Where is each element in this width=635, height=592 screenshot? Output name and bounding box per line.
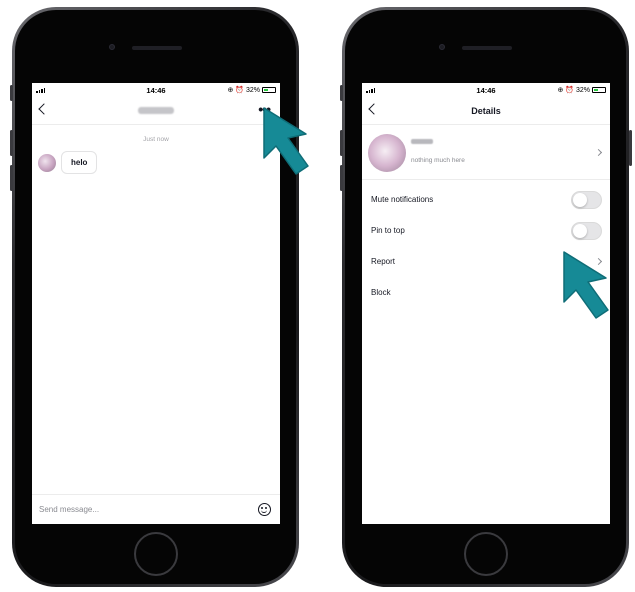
earpiece-speaker	[132, 46, 182, 50]
battery-indicator: ⊕ ⏰ 32%	[228, 86, 276, 94]
avatar[interactable]	[368, 133, 406, 172]
chat-username	[138, 107, 174, 114]
mute-notifications-row: Mute notifications	[362, 184, 610, 215]
front-camera	[109, 44, 115, 50]
status-bar: 14:46 ⊕ ⏰ 32%	[32, 83, 280, 97]
front-camera	[439, 44, 445, 50]
volume-button	[10, 130, 13, 156]
earpiece-speaker	[462, 46, 512, 50]
message-timestamp: Just now	[143, 136, 169, 143]
volume-button	[10, 165, 13, 191]
chat-header: •••	[32, 97, 280, 125]
volume-button	[340, 85, 343, 101]
chevron-right-icon	[594, 148, 603, 157]
message-row: helo	[38, 151, 98, 174]
block-label: Block	[371, 288, 391, 297]
battery-icon	[592, 87, 606, 94]
pin-to-top-toggle[interactable]	[571, 222, 602, 240]
battery-icon	[262, 87, 276, 94]
chat-screen: 14:46 ⊕ ⏰ 32% ••• Just now helo Send mes…	[32, 83, 280, 524]
page-title: Details	[471, 105, 501, 116]
pin-to-top-row: Pin to top	[362, 215, 610, 246]
report-label: Report	[371, 257, 396, 266]
volume-button	[340, 165, 343, 191]
status-bar: 14:46 ⊕ ⏰ 32%	[362, 83, 610, 97]
signal-icon	[366, 87, 375, 93]
volume-button	[340, 130, 343, 156]
volume-button	[10, 85, 13, 101]
pointer-arrow-icon	[263, 107, 309, 175]
profile-row[interactable]: nothing much here	[362, 126, 610, 180]
mute-notifications-toggle[interactable]	[571, 191, 602, 209]
status-time: 14:46	[476, 85, 496, 95]
message-bubble: helo	[61, 151, 98, 174]
back-icon[interactable]	[368, 103, 380, 115]
battery-indicator: ⊕ ⏰ 32%	[558, 86, 606, 94]
back-icon[interactable]	[38, 103, 50, 115]
profile-bio: nothing much here	[411, 156, 465, 164]
home-button	[134, 532, 178, 576]
pointer-arrow-icon	[563, 251, 609, 319]
mute-notifications-label: Mute notifications	[371, 195, 434, 204]
power-button	[629, 130, 632, 166]
profile-username	[411, 138, 433, 144]
pin-to-top-label: Pin to top	[371, 226, 405, 235]
emoji-icon[interactable]	[258, 503, 271, 516]
details-header: Details	[362, 97, 610, 125]
status-time: 14:46	[146, 85, 166, 95]
message-composer[interactable]: Send message...	[32, 494, 280, 524]
home-button	[464, 532, 508, 576]
signal-icon	[36, 87, 45, 93]
message-input[interactable]: Send message...	[39, 505, 99, 514]
avatar[interactable]	[38, 153, 56, 172]
left-phone-frame: 14:46 ⊕ ⏰ 32% ••• Just now helo Send mes…	[12, 7, 299, 587]
